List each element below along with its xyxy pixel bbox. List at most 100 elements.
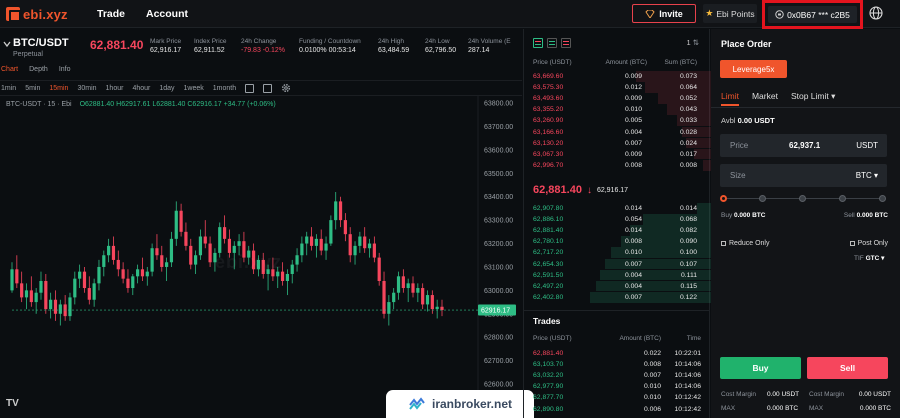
candle-body [39,281,43,293]
mid-price-value: 62,881.40 [533,184,582,196]
stat-label: 24h Change [241,38,277,45]
interval-1hour[interactable]: 1hour [106,85,124,92]
view-asks-icon[interactable] [561,38,571,48]
available-balance: Avbl 0.00 USDT [721,116,775,125]
candle-body [136,269,140,277]
orderbook-step-select[interactable]: 1 ⇅ [686,38,699,47]
ask-sum: 0.073 [679,73,697,80]
ask-row[interactable]: 63,166.60 0.004 0.028 [524,126,711,138]
trade-amount: 0.006 [643,405,661,413]
bid-sum: 0.082 [679,227,697,235]
slider-handle[interactable] [720,195,727,202]
candle-body [329,220,333,244]
bid-row[interactable]: 62,654.30 0.007 0.107 [524,258,711,270]
reduce-only-checkbox[interactable]: Reduce Only [721,240,769,247]
wallet-button[interactable]: 0x0B67 *** c2B5 [768,6,857,23]
price-input[interactable]: Price 62,937.1 USDT [720,134,887,157]
nav-account[interactable]: Account [146,8,188,20]
price-value: 62,937.1 [789,141,821,150]
ebi-points-button[interactable]: ★ Ebi Points [703,4,757,23]
candle-body [82,271,87,289]
bid-row[interactable]: 62,717.20 0.010 0.100 [524,247,711,259]
tab-market[interactable]: Market [752,91,778,106]
slider-step-100[interactable] [879,195,886,202]
max-buy-value: 0.000 BTC [767,405,799,412]
interval-1min[interactable]: 1min [1,85,16,92]
ask-row[interactable]: 62,996.70 0.008 0.008 [524,159,711,171]
size-label: Size [730,171,746,180]
sell-button[interactable]: Sell [807,357,888,379]
candle-body [290,264,294,274]
candle-body [111,245,116,260]
legend-ohlc: O62881.40 H62917.61 L62881.40 C62916.17 … [79,101,276,108]
interval-1month[interactable]: 1month [213,85,236,92]
interval-4hour[interactable]: 4hour [132,85,150,92]
ask-sum: 0.064 [679,84,697,92]
size-input[interactable]: Size BTC ▾ [720,164,887,187]
leverage-button[interactable]: Leverage5x [720,60,787,78]
slider-step-50[interactable] [799,195,806,202]
interval-1day[interactable]: 1day [159,85,174,92]
candle-body [416,288,420,293]
bid-price: 62,654.30 [533,260,564,268]
interval-5min[interactable]: 5min [25,85,40,92]
bid-row[interactable]: 62,881.40 0.014 0.082 [524,225,711,236]
bid-row[interactable]: 62,780.10 0.008 0.090 [524,236,711,248]
buy-button[interactable]: Buy [720,357,801,379]
view-both-icon[interactable] [533,38,543,48]
tab-chart[interactable]: Chart [1,66,18,78]
tif-select[interactable]: TIF GTC ▾ [854,254,884,262]
tab-depth[interactable]: Depth [29,66,48,78]
bid-row[interactable]: 62,591.50 0.004 0.111 [524,269,711,281]
candle-body [396,276,401,293]
nav-trade[interactable]: Trade [97,8,125,20]
size-unit-select[interactable]: BTC ▾ [856,171,878,180]
ask-row[interactable]: 63,493.60 0.009 0.052 [524,93,711,104]
interval-1week[interactable]: 1week [184,85,204,92]
tab-info[interactable]: Info [59,66,71,78]
ask-row[interactable]: 63,669.60 0.009 0.073 [524,71,711,82]
max-row: MAX 0.000 BTC MAX 0.000 BTC [721,405,891,412]
candle-body [343,220,347,235]
slider-step-25[interactable] [759,195,766,202]
stat-mark-price: Mark Price 62,916.17 [150,38,181,54]
invite-button[interactable]: Invite [632,4,696,23]
order-book: 1 ⇅ Price (USDT) Amount (BTC) Sum (BTC) … [523,29,711,418]
candle-body [387,302,391,314]
candle-body [440,306,444,311]
ask-row[interactable]: 63,260.90 0.005 0.033 [524,115,711,127]
bid-row[interactable]: 62,402.80 0.007 0.122 [524,291,711,303]
ask-row[interactable]: 63,575.30 0.012 0.064 [524,82,711,93]
candle-body [377,257,381,282]
ask-row[interactable]: 63,130.20 0.007 0.024 [524,137,711,149]
candle-body [203,236,207,244]
size-slider[interactable] [720,195,887,203]
bid-row[interactable]: 62,886.10 0.054 0.068 [524,214,711,225]
interval-15min[interactable]: 15min [49,85,68,92]
tif-value: GTC ▾ [865,255,885,262]
order-options: Reduce Only Post Only [721,240,888,247]
indicator-icon[interactable] [245,83,255,93]
trade-amount: 0.022 [643,350,661,357]
logo[interactable]: ebi.xyz [6,6,68,22]
tab-limit[interactable]: Limit [721,91,739,106]
ask-row[interactable]: 63,067.30 0.009 0.017 [524,148,711,160]
bid-row[interactable]: 62,497.20 0.004 0.115 [524,280,711,292]
interval-30min[interactable]: 30min [77,85,96,92]
globe-icon[interactable] [869,6,883,20]
depth-bar [635,71,711,82]
ask-row[interactable]: 63,355.20 0.010 0.043 [524,104,711,116]
stat-value: 62,911.52 [194,47,225,54]
ask-price: 63,575.30 [533,84,564,92]
tab-stop-limit[interactable]: Stop Limit ▾ [791,91,835,106]
chevron-down-icon[interactable] [3,40,11,48]
chart-type-icon[interactable] [263,83,273,93]
view-bids-icon[interactable] [547,38,557,48]
post-only-checkbox[interactable]: Post Only [849,240,888,247]
slider-step-75[interactable] [839,195,846,202]
bid-row[interactable]: 62,907.80 0.014 0.014 [524,203,711,214]
candle-body [285,273,289,282]
pair-name[interactable]: BTC/USDT [13,37,69,49]
settings-gear-icon[interactable] [281,83,291,93]
candle-body [121,269,125,279]
